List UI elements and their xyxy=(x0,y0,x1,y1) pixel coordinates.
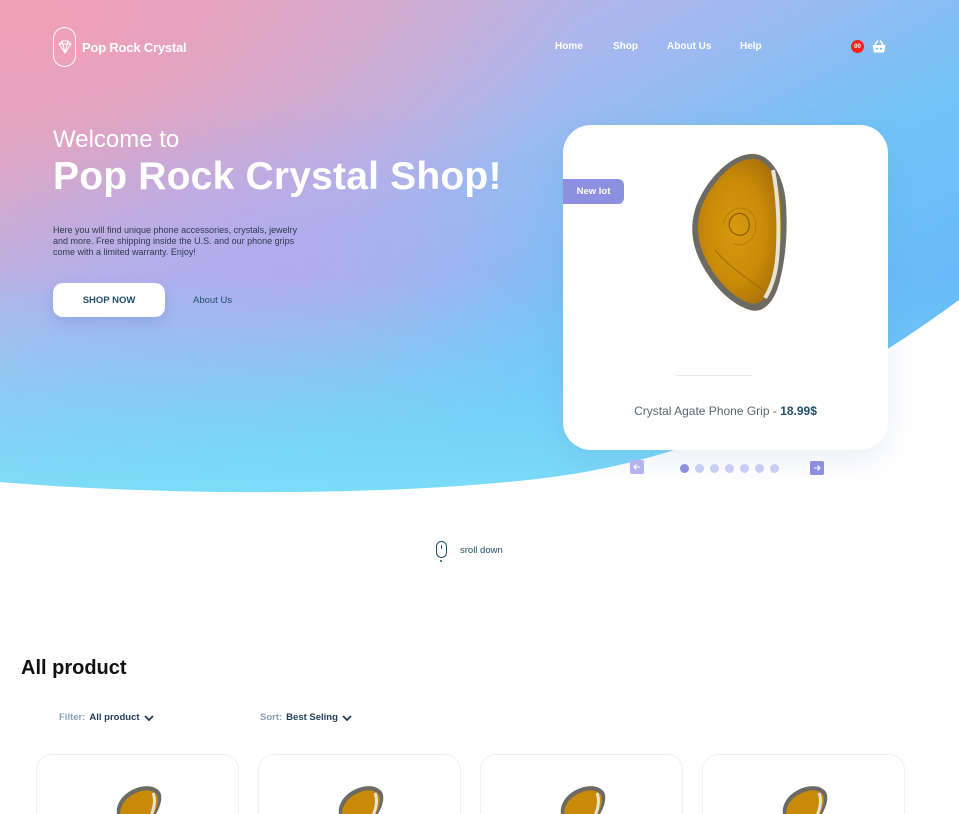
scroll-down-label[interactable]: sroll down xyxy=(460,545,503,556)
sort-value: Best Seling xyxy=(286,712,338,723)
nav-home[interactable]: Home xyxy=(555,41,583,52)
product-image xyxy=(782,786,828,814)
slider-dot[interactable] xyxy=(770,464,779,473)
nav-about-us[interactable]: About Us xyxy=(667,41,711,52)
filter-label: Filter: xyxy=(59,712,86,723)
agate-product-image xyxy=(692,153,787,311)
shop-now-button[interactable]: SHOP NOW xyxy=(53,283,165,317)
about-us-link[interactable]: About Us xyxy=(193,295,232,306)
chevron-down-icon xyxy=(143,714,154,721)
nav-shop[interactable]: Shop xyxy=(613,41,638,52)
chevron-down-icon xyxy=(342,714,352,721)
product-image xyxy=(116,786,162,814)
slider-dots xyxy=(680,464,779,473)
diamond-icon xyxy=(53,27,76,67)
all-product-title: All product xyxy=(21,657,127,679)
product-image xyxy=(560,786,606,814)
logo[interactable]: Pop Rock Crystal xyxy=(53,27,187,67)
slider-dot[interactable] xyxy=(740,464,749,473)
slider-prev-button[interactable] xyxy=(630,460,644,474)
product-image xyxy=(338,786,384,814)
scroll-indicator-dot xyxy=(440,560,442,562)
new-lot-badge: New lot xyxy=(563,179,624,204)
cart-count-badge: 00 xyxy=(851,40,864,53)
mouse-icon xyxy=(436,541,447,558)
hero-intro: Here you will find unique phone accessor… xyxy=(53,225,298,257)
slider-dot[interactable] xyxy=(710,464,719,473)
filter-dropdown[interactable]: Filter: All product xyxy=(59,712,154,723)
welcome-text: Welcome to xyxy=(53,126,180,153)
slider-dot[interactable] xyxy=(680,464,689,473)
card-divider xyxy=(676,375,752,376)
filter-value: All product xyxy=(89,712,140,723)
arrow-left-icon xyxy=(633,464,640,470)
sort-dropdown[interactable]: Sort: Best Seling xyxy=(260,712,352,723)
slider-dot[interactable] xyxy=(725,464,734,473)
basket-icon[interactable] xyxy=(871,39,887,55)
sort-label: Sort: xyxy=(260,712,283,723)
nav-help[interactable]: Help xyxy=(740,41,762,52)
slider-next-button[interactable] xyxy=(810,461,824,475)
slider-dot[interactable] xyxy=(755,464,764,473)
featured-product-name: Crystal Agate Phone Grip - xyxy=(634,404,781,418)
arrow-right-icon xyxy=(814,465,821,471)
logo-text: Pop Rock Crystal xyxy=(82,39,187,55)
hero-headline: Pop Rock Crystal Shop! xyxy=(53,155,502,198)
featured-product-price: 18.99$ xyxy=(780,404,817,418)
slider-dot[interactable] xyxy=(695,464,704,473)
featured-product-caption: Crystal Agate Phone Grip - 18.99$ xyxy=(563,404,888,418)
